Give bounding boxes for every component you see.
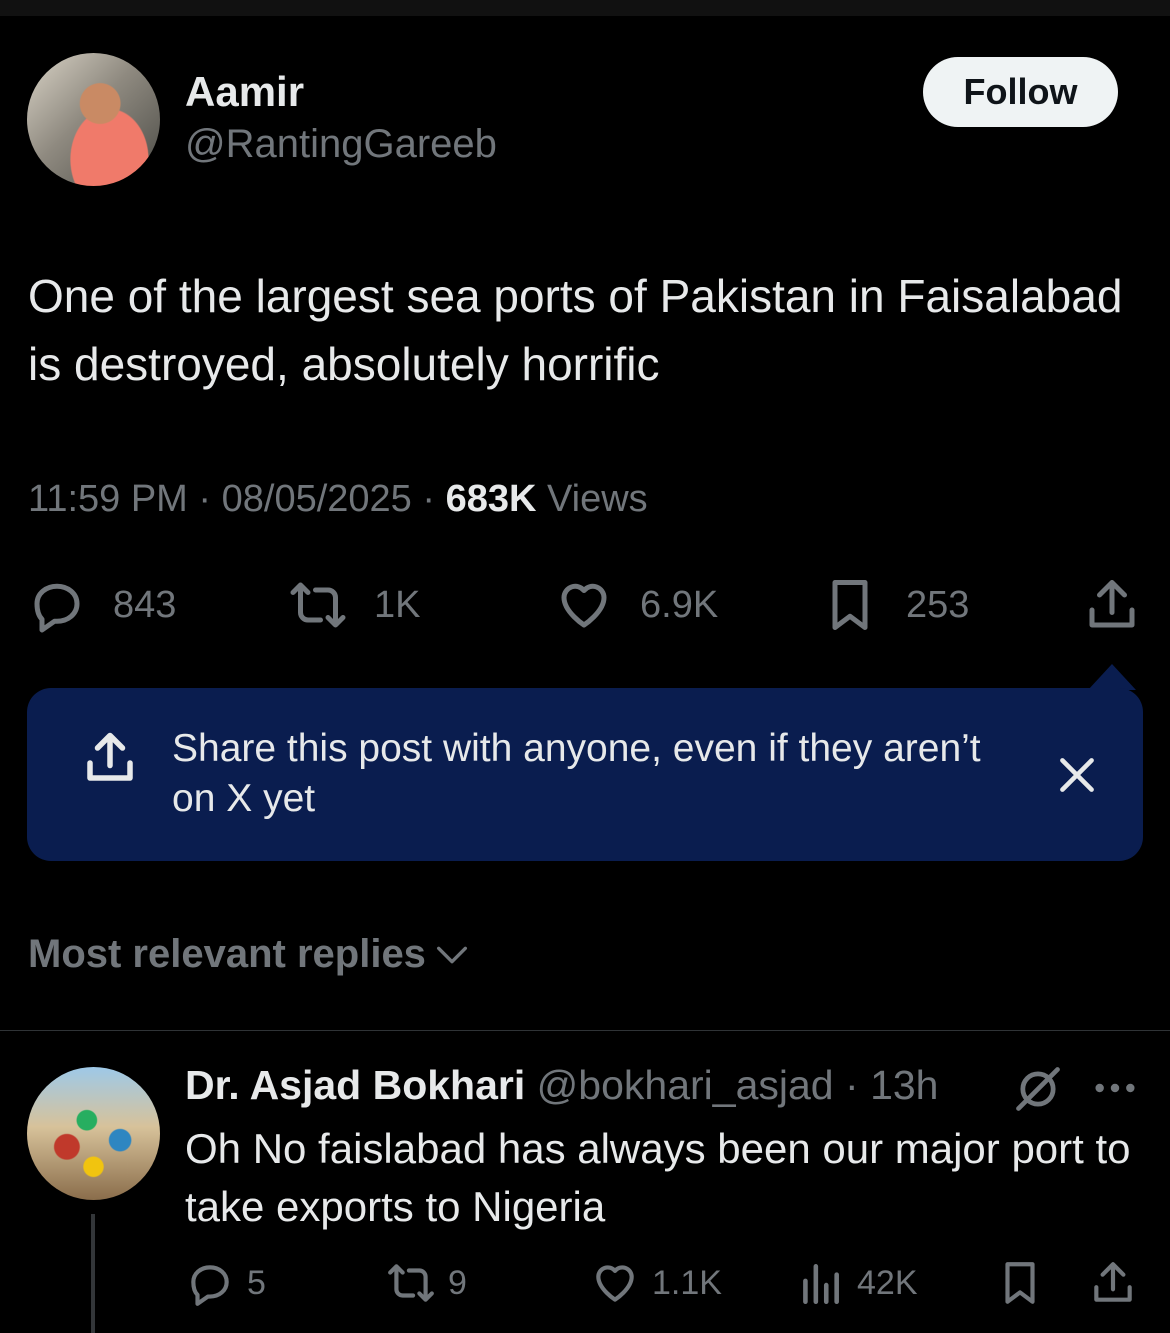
bookmark-icon	[832, 580, 868, 630]
replies-sort-label: Most relevant replies	[28, 932, 426, 976]
repost-button[interactable]: 1K	[288, 570, 420, 640]
repost-icon	[290, 582, 346, 628]
analytics-icon	[803, 1264, 839, 1305]
reply-reply-count: 5	[247, 1263, 266, 1302]
reply-like-button[interactable]: 1.1K	[590, 1252, 722, 1314]
heart-icon	[561, 583, 607, 628]
author-name[interactable]: Aamir	[185, 68, 304, 116]
reply-author-avatar[interactable]	[27, 1067, 160, 1200]
status-bar-edge	[0, 0, 1170, 16]
reply-repost-button[interactable]: 9	[386, 1252, 467, 1314]
post-action-bar: 843 1K 6.9K 253	[0, 570, 1170, 640]
reply-author-handle[interactable]: @bokhari_asjad	[537, 1062, 834, 1108]
share-icon	[1089, 580, 1135, 628]
post-time: 11:59 PM	[28, 478, 188, 520]
reply-views-count: 42K	[857, 1263, 918, 1302]
chevron-down-icon	[436, 946, 467, 963]
grok-icon[interactable]	[1012, 1063, 1064, 1115]
reply-share-button[interactable]	[1088, 1252, 1138, 1314]
reply-views-button[interactable]: 42K	[795, 1252, 918, 1314]
meta-separator: ·	[845, 1062, 859, 1108]
repost-icon	[388, 1264, 434, 1302]
replies-sort-dropdown[interactable]: Most relevant replies	[28, 932, 472, 977]
like-count: 6.9K	[640, 583, 719, 626]
share-tooltip-text: Share this post with anyone, even if the…	[172, 727, 981, 820]
post-date: 08/05/2025	[221, 478, 412, 520]
share-icon	[87, 732, 133, 781]
thread-line	[91, 1214, 95, 1333]
bookmark-count: 253	[906, 583, 970, 626]
like-button[interactable]: 6.9K	[554, 570, 718, 640]
reply-text: Oh No faislabad has always been our majo…	[185, 1125, 1131, 1230]
share-button[interactable]	[1082, 570, 1142, 640]
views-count[interactable]: 683K	[446, 478, 537, 520]
author-handle[interactable]: @RantingGareeb	[185, 122, 497, 167]
reply-header: Dr. Asjad Bokhari @bokhari_asjad · 13h	[185, 1062, 938, 1109]
follow-button[interactable]: Follow	[923, 57, 1118, 127]
bookmark-button[interactable]: 253	[820, 570, 969, 640]
meta-separator: ·	[422, 478, 436, 520]
reply-count: 843	[113, 583, 177, 626]
bookmark-icon	[1005, 1262, 1035, 1304]
reply-repost-count: 9	[448, 1263, 467, 1302]
reply-reply-button[interactable]: 5	[185, 1252, 266, 1314]
heart-icon	[596, 1265, 634, 1302]
post-meta: 11:59 PM · 08/05/2025 · 683K Views	[28, 478, 648, 521]
views-label[interactable]: Views	[547, 478, 648, 520]
reply-author-name[interactable]: Dr. Asjad Bokhari	[185, 1062, 525, 1108]
post-text: One of the largest sea ports of Pakistan…	[28, 270, 1123, 390]
divider	[0, 1030, 1170, 1031]
more-options-icon[interactable]	[1092, 1068, 1138, 1108]
repost-count: 1K	[374, 583, 421, 626]
share-icon	[1094, 1262, 1132, 1302]
tooltip-pointer	[1088, 664, 1136, 690]
author-avatar[interactable]	[27, 53, 160, 186]
reply-icon	[191, 1265, 229, 1306]
close-icon[interactable]	[1052, 750, 1102, 800]
reply-time[interactable]: 13h	[870, 1062, 938, 1108]
reply-bookmark-button[interactable]	[995, 1252, 1045, 1314]
reply-like-count: 1.1K	[652, 1263, 722, 1302]
reply-button[interactable]: 843	[27, 570, 176, 640]
reply-icon	[34, 583, 80, 633]
meta-separator: ·	[198, 478, 212, 520]
